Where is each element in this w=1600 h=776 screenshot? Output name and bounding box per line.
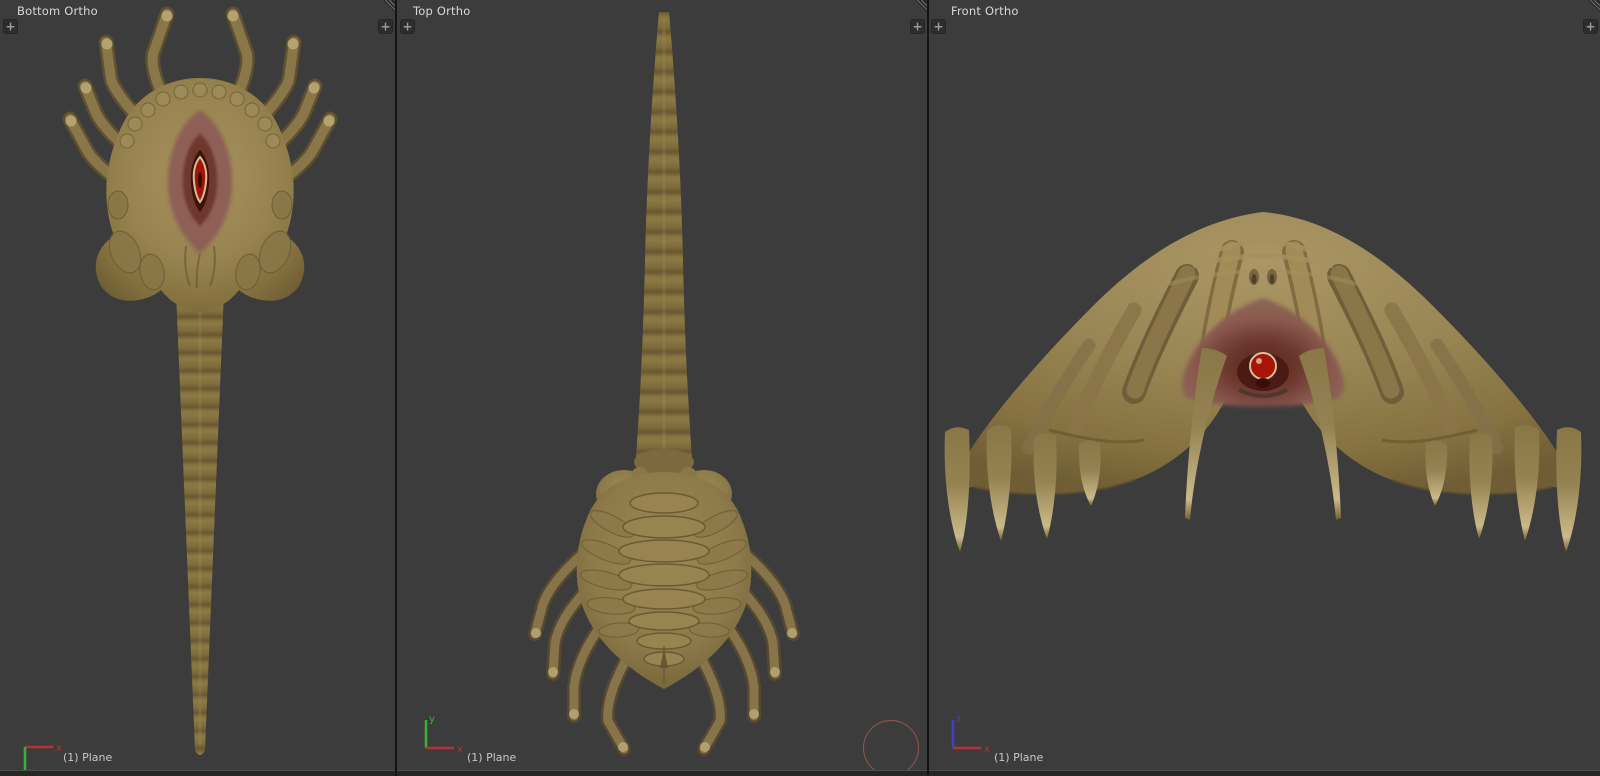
- viewport-bottom-ortho[interactable]: Bottom Ortho + + x y (1) Plane: [0, 0, 395, 770]
- object-info-text: (1) Plane: [994, 751, 1044, 764]
- facehugger-tail-top: [636, 12, 692, 458]
- viewport-title: Bottom Ortho: [17, 4, 98, 18]
- axis-y-label: y: [429, 714, 435, 725]
- object-info-text: (1) Plane: [63, 751, 113, 764]
- axis-gizmo: x y: [23, 743, 62, 770]
- plus-icon: +: [5, 19, 16, 33]
- axis-x-label: x: [984, 744, 990, 755]
- plus-icon: +: [1585, 19, 1596, 33]
- area-corner-grip-icon[interactable]: [382, 0, 395, 13]
- expand-panel-button[interactable]: +: [378, 19, 393, 34]
- axis-x-label: x: [56, 743, 62, 754]
- facehugger-model-front-view: [944, 212, 1582, 552]
- expand-panel-button[interactable]: +: [931, 19, 946, 34]
- area-splitter[interactable]: [395, 0, 397, 776]
- axis-gizmo: z x: [951, 714, 990, 755]
- expand-panel-button[interactable]: +: [3, 19, 18, 34]
- plus-icon: +: [402, 19, 413, 33]
- area-bottom-edge[interactable]: [0, 770, 1600, 776]
- facehugger-model-bottom-view: [62, 6, 338, 755]
- multiview-3d-workspace: Bottom Ortho + + x y (1) Plane: [0, 0, 1600, 776]
- facehugger-tail-bottom: [176, 292, 224, 755]
- viewport-title: Top Ortho: [413, 4, 471, 18]
- facehugger-model-top-view: [528, 12, 800, 756]
- expand-panel-button[interactable]: +: [400, 19, 415, 34]
- expand-panel-button[interactable]: +: [1583, 19, 1598, 34]
- axis-x-label: x: [457, 744, 463, 755]
- plus-icon: +: [380, 19, 391, 33]
- plus-icon: +: [912, 19, 923, 33]
- viewport-title: Front Ortho: [951, 4, 1019, 18]
- plus-icon: +: [933, 19, 944, 33]
- facehugger-body-top: [576, 449, 752, 689]
- area-corner-grip-icon[interactable]: [1587, 0, 1600, 13]
- brush-radius-circle: [863, 720, 919, 770]
- viewport-top-ortho[interactable]: Top Ortho + + y x (1) Plane: [397, 0, 927, 770]
- object-info-text: (1) Plane: [467, 751, 517, 764]
- axis-gizmo: y x: [424, 714, 463, 755]
- viewport-front-ortho[interactable]: Front Ortho + + z x (1) Plane: [929, 0, 1600, 770]
- area-corner-grip-icon[interactable]: [914, 0, 927, 13]
- area-splitter[interactable]: [927, 0, 929, 776]
- axis-z-label: z: [956, 714, 961, 725]
- expand-panel-button[interactable]: +: [910, 19, 925, 34]
